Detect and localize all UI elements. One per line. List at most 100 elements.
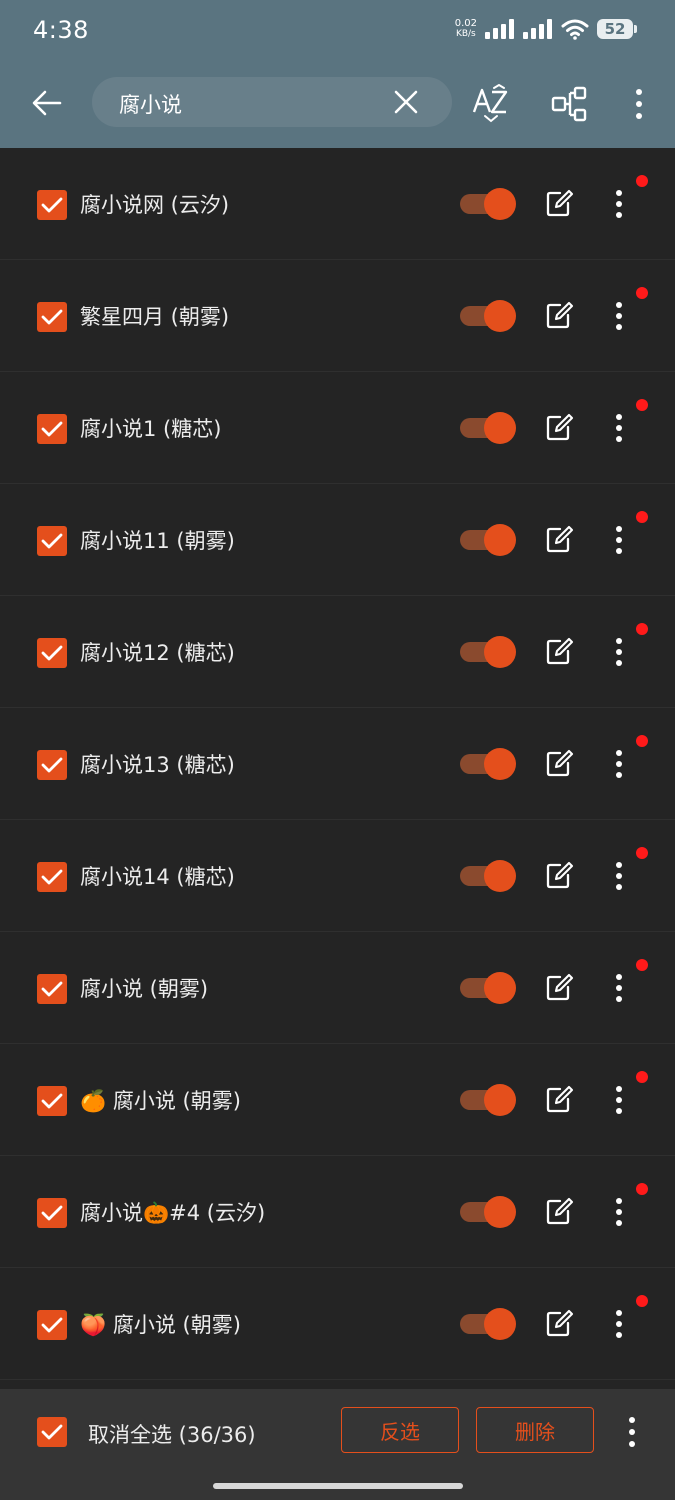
source-more-button[interactable] [608, 749, 630, 779]
source-more-button[interactable] [608, 1085, 630, 1115]
edit-source-button[interactable] [544, 973, 574, 1003]
edit-source-button[interactable] [544, 861, 574, 891]
source-checkbox[interactable] [37, 190, 67, 220]
source-more-button[interactable] [608, 301, 630, 331]
source-checkbox[interactable] [37, 974, 67, 1004]
source-enable-switch[interactable] [460, 1084, 516, 1116]
source-row[interactable]: 腐小说1 (糖芯) [0, 372, 675, 484]
update-badge [636, 1295, 648, 1307]
more-vertical-icon [616, 302, 622, 330]
delete-button[interactable]: 删除 [476, 1407, 594, 1453]
switch-thumb [484, 748, 516, 780]
edit-source-button[interactable] [544, 525, 574, 555]
source-row[interactable]: 腐小说14 (糖芯) [0, 820, 675, 932]
back-button[interactable] [26, 82, 68, 124]
edit-source-button[interactable] [544, 749, 574, 779]
battery-nub [634, 25, 637, 33]
home-indicator [213, 1483, 463, 1489]
source-more-button[interactable] [608, 189, 630, 219]
source-enable-switch[interactable] [460, 524, 516, 556]
edit-icon [546, 189, 574, 217]
source-more-button[interactable] [608, 525, 630, 555]
clear-search-button[interactable] [390, 86, 422, 118]
search-box[interactable]: 腐小说 [92, 77, 452, 127]
group-icon [551, 86, 587, 122]
source-name: 腐小说网 (云汐) [80, 193, 230, 217]
source-row[interactable]: 🍑 腐小说 (朝雾) [0, 1268, 675, 1380]
source-enable-switch[interactable] [460, 188, 516, 220]
select-all-label[interactable]: 取消全选 (36/36) [88, 1419, 256, 1449]
source-checkbox[interactable] [37, 1086, 67, 1116]
more-vertical-icon [629, 1417, 635, 1447]
source-more-button[interactable] [608, 973, 630, 1003]
group-button[interactable] [550, 84, 590, 124]
toolbar-more-button[interactable] [628, 86, 650, 122]
edit-source-button[interactable] [544, 189, 574, 219]
check-icon [41, 645, 63, 661]
toolbar: 腐小说 [0, 62, 675, 148]
switch-thumb [484, 412, 516, 444]
bottom-more-button[interactable] [621, 1415, 643, 1449]
check-icon [41, 1093, 63, 1109]
edit-source-button[interactable] [544, 1197, 574, 1227]
source-enable-switch[interactable] [460, 412, 516, 444]
sort-button[interactable] [470, 83, 512, 124]
source-more-button[interactable] [608, 413, 630, 443]
source-checkbox[interactable] [37, 1310, 67, 1340]
source-enable-switch[interactable] [460, 1196, 516, 1228]
arrow-left-icon [32, 90, 62, 116]
update-badge [636, 959, 648, 971]
edit-icon [546, 413, 574, 441]
source-checkbox[interactable] [37, 302, 67, 332]
check-icon [41, 1424, 63, 1440]
source-checkbox[interactable] [37, 414, 67, 444]
check-icon [41, 757, 63, 773]
source-more-button[interactable] [608, 1309, 630, 1339]
source-row[interactable]: 腐小说 (朝雾) [0, 932, 675, 1044]
invert-selection-button[interactable]: 反选 [341, 1407, 459, 1453]
source-row[interactable]: 腐小说🎃#4 (云汐) [0, 1156, 675, 1268]
source-more-button[interactable] [608, 861, 630, 891]
edit-source-button[interactable] [544, 1085, 574, 1115]
more-vertical-icon [616, 414, 622, 442]
more-vertical-icon [616, 974, 622, 1002]
source-row[interactable]: 繁星四月 (朝雾) [0, 260, 675, 372]
source-row[interactable]: 腐小说12 (糖芯) [0, 596, 675, 708]
close-icon [394, 90, 418, 114]
edit-source-button[interactable] [544, 1309, 574, 1339]
source-checkbox[interactable] [37, 862, 67, 892]
bottom-action-bar: 取消全选 (36/36) 反选 删除 [0, 1389, 675, 1500]
edit-source-button[interactable] [544, 637, 574, 667]
source-row[interactable]: 腐小说13 (糖芯) [0, 708, 675, 820]
source-row[interactable]: 🍊 腐小说 (朝雾) [0, 1044, 675, 1156]
source-checkbox[interactable] [37, 526, 67, 556]
source-more-button[interactable] [608, 1197, 630, 1227]
source-name: 🍑 腐小说 (朝雾) [80, 1313, 241, 1337]
source-enable-switch[interactable] [460, 300, 516, 332]
edit-source-button[interactable] [544, 301, 574, 331]
source-checkbox[interactable] [37, 750, 67, 780]
source-checkbox[interactable] [37, 1198, 67, 1228]
update-badge [636, 175, 648, 187]
source-checkbox[interactable] [37, 638, 67, 668]
source-row[interactable]: 腐小说11 (朝雾) [0, 484, 675, 596]
select-all-checkbox[interactable] [37, 1417, 67, 1447]
edit-icon [546, 1085, 574, 1113]
check-icon [41, 309, 63, 325]
source-enable-switch[interactable] [460, 860, 516, 892]
source-more-button[interactable] [608, 637, 630, 667]
network-speed-unit: KB/s [455, 29, 476, 39]
more-vertical-icon [616, 862, 622, 890]
edit-source-button[interactable] [544, 413, 574, 443]
az-sort-icon [472, 83, 508, 123]
source-enable-switch[interactable] [460, 636, 516, 668]
update-badge [636, 1071, 648, 1083]
battery-indicator: 52 [597, 19, 637, 39]
source-enable-switch[interactable] [460, 748, 516, 780]
source-enable-switch[interactable] [460, 972, 516, 1004]
source-name: 繁星四月 (朝雾) [80, 305, 230, 329]
source-name: 腐小说1 (糖芯) [80, 417, 222, 441]
search-input[interactable]: 腐小说 [119, 89, 182, 119]
source-row[interactable]: 腐小说网 (云汐) [0, 148, 675, 260]
source-enable-switch[interactable] [460, 1308, 516, 1340]
